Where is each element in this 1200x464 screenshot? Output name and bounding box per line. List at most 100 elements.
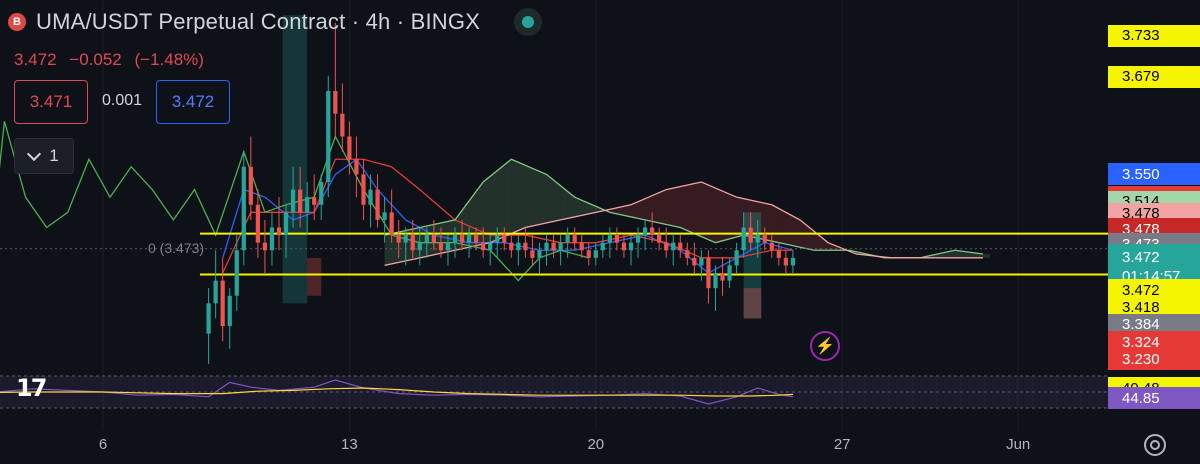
lightning-icon[interactable]: ⚡ [810,331,840,361]
candle [657,227,662,251]
candle [720,257,725,296]
price-axis[interactable]: 3.7333.6793.5503.5203.5143.4783.4783.473… [1108,0,1200,430]
candle-body [544,242,549,251]
candle [255,189,260,258]
settings-gear-icon[interactable] [1144,434,1166,456]
candle [551,235,556,258]
time-axis-label: 27 [833,436,851,453]
candle [227,288,232,349]
price-tag-value: 3.733 [1122,27,1160,45]
cloud-segment [497,164,505,240]
candle [685,242,690,266]
candle-body [234,250,239,296]
candle-body [657,235,662,243]
tradingview-logo-icon: 17 [16,374,47,402]
cloud-segment [785,212,793,246]
candle [206,288,211,364]
cloud-segment [983,254,991,258]
candle [530,235,535,266]
price-quote: 3.472 −0.052 (−1.48%) [14,50,212,70]
rsi-tag: 44.85 [1108,387,1200,410]
candle-body [269,227,275,251]
cloud-segment [807,225,815,251]
cloud-segment [687,183,695,234]
candle [783,250,788,273]
cloud-segment [539,171,547,225]
candle [516,235,521,266]
candle-body [213,280,218,304]
indicators-toggle-button[interactable]: 1 [14,138,74,174]
candle-body [607,235,612,243]
candle-body [713,273,718,289]
price-tag: 3.733 [1108,24,1200,47]
candle-body [452,235,458,243]
candle-body [319,182,324,205]
candle-body [495,235,500,243]
candle [790,250,796,273]
candle-body [488,242,493,251]
candle-body [227,295,232,327]
sell-button[interactable]: 3.471 [14,80,88,124]
candle-body [600,242,605,251]
buy-button[interactable]: 3.472 [156,80,230,124]
candle-body [290,189,296,213]
candle-body [474,235,479,243]
candle-body [283,212,289,236]
candle [241,151,246,266]
candle [734,242,739,273]
candle-body [466,235,472,243]
last-price: 3.472 [14,50,57,69]
candle-body [502,235,507,243]
candle-body [741,227,746,251]
candle [692,242,697,273]
candle [213,250,218,319]
candle-body [537,250,542,258]
highlight-zone [282,15,308,304]
candle-body [635,235,641,243]
chart-header: B UMA/USDT Perpetual Contract · 4h · BIN… [8,8,543,36]
candle-body [424,235,429,243]
highlight-zone [307,257,322,296]
candle-body [769,242,774,251]
candle [354,136,359,198]
candle-body [248,166,253,205]
candle [671,235,676,266]
highlight-zone [743,288,762,319]
cloud-segment [673,186,681,228]
candle-body [558,242,563,251]
price-tag-value: 3.472 [1122,248,1160,266]
candle [509,235,514,258]
cloud-segment [771,204,779,243]
candle [699,250,704,281]
price-tag: 3.679 [1108,65,1200,88]
candle-body [551,242,556,251]
candle-body [685,250,690,258]
cloud-segment [532,168,540,226]
cloud-segment [821,236,829,251]
candle [586,242,591,266]
cloud-segment [792,216,800,248]
cloud-segment [546,174,554,223]
cloud-segment [384,233,392,266]
candle-body [579,242,584,251]
candle-body [699,257,704,266]
candle-body [220,280,225,327]
symbol-title[interactable]: UMA/USDT Perpetual Contract · 4h · BINGX [36,9,480,35]
candle-body [326,91,331,182]
candle-body [720,273,725,281]
candle [572,227,577,251]
price-change-percent: (−1.48%) [134,50,204,69]
price-change: −0.052 [69,50,122,69]
candle-body [361,174,366,205]
exchange-logo-icon: B [8,13,26,31]
candle-body [762,235,767,243]
candle-body [671,242,676,251]
candle [333,22,338,137]
candle-body [347,136,352,160]
candle-body [734,250,739,266]
candle-body [354,159,359,175]
candle-body [593,250,598,258]
candle-body [692,257,697,266]
candle-body [516,242,521,251]
price-tag: 3.550 [1108,163,1200,186]
